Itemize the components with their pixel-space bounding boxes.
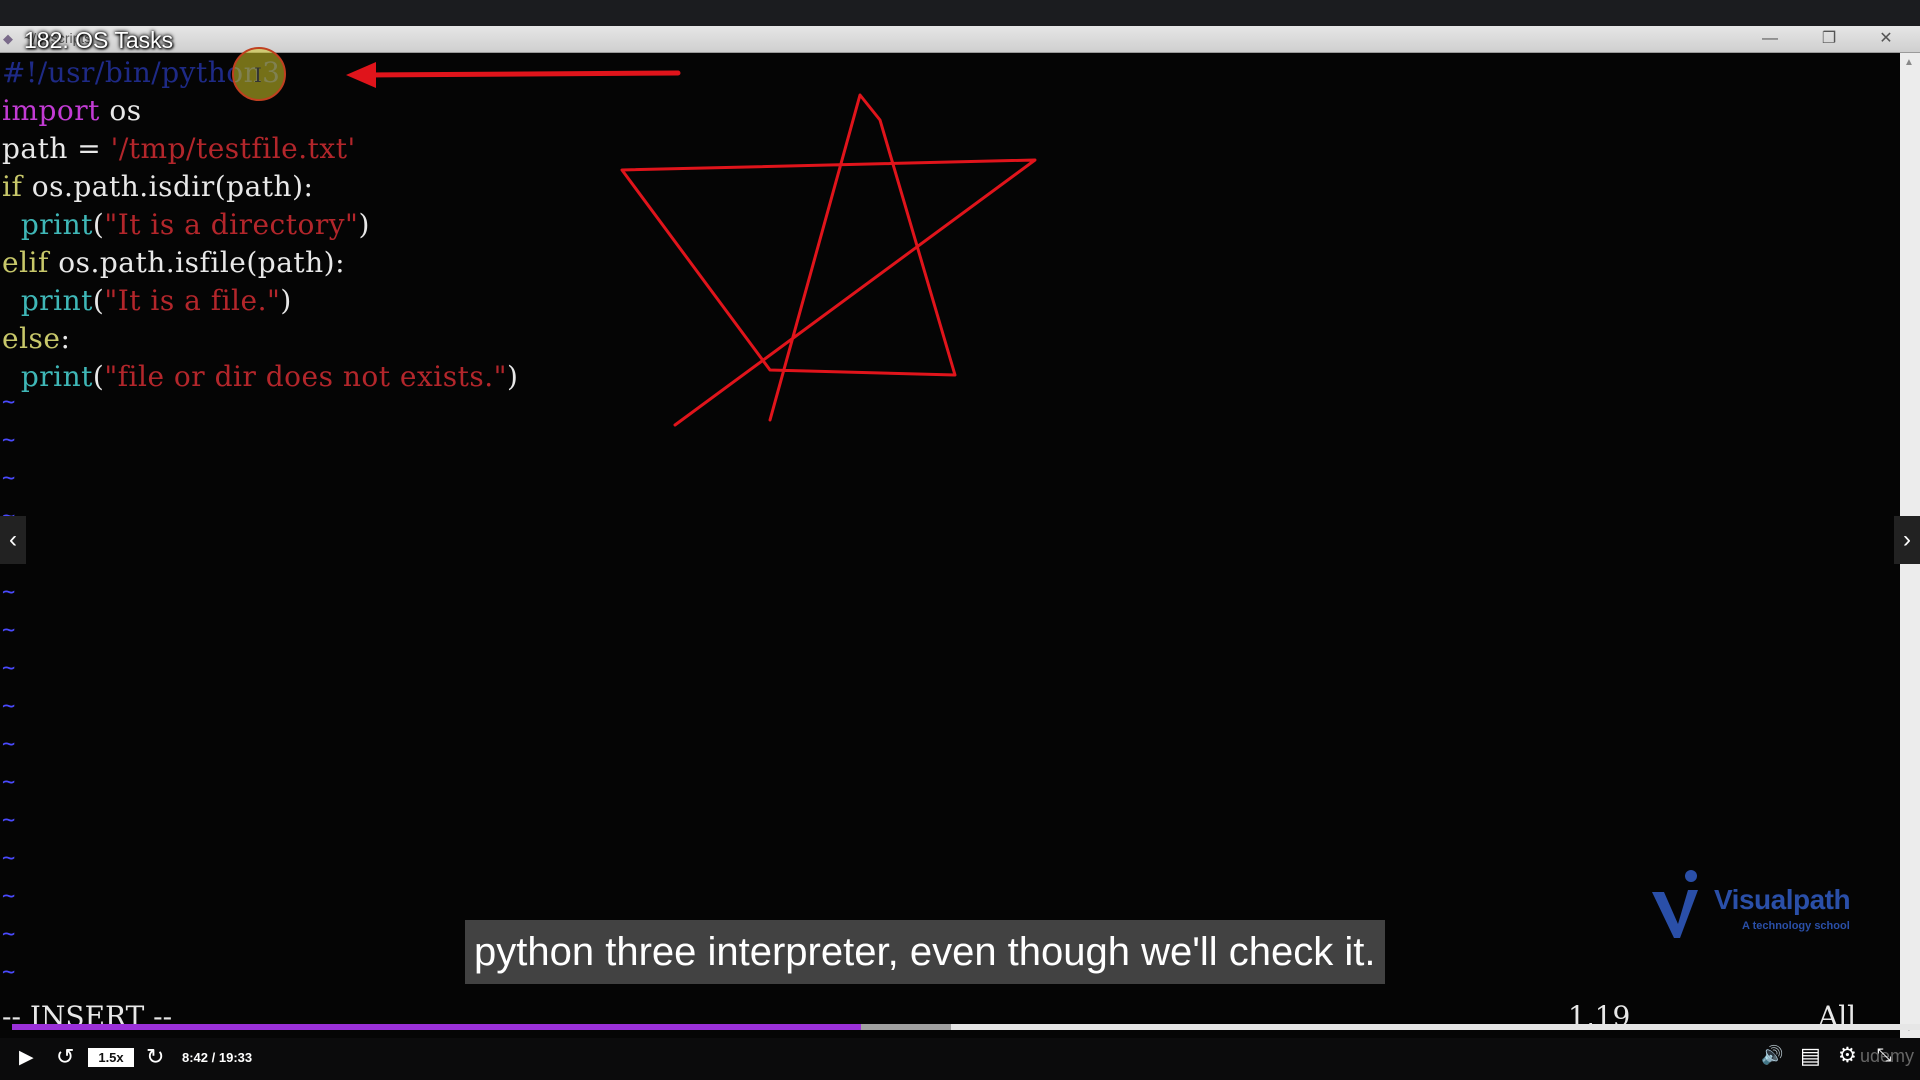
- annotation-arrow-shaft: [367, 70, 681, 78]
- logo-name: Visualpath: [1714, 884, 1851, 915]
- next-lecture-button[interactable]: ›: [1894, 516, 1920, 564]
- volume-icon[interactable]: 🔊: [1761, 1045, 1783, 1066]
- annotation-arrow-head: [346, 62, 376, 88]
- settings-icon[interactable]: ⚙: [1838, 1043, 1857, 1068]
- progress-played: [12, 1024, 862, 1030]
- playback-speed-button[interactable]: 1.5x: [88, 1048, 134, 1067]
- playback-time: 8:42 / 19:33: [182, 1050, 253, 1065]
- logo-v-icon: [1652, 870, 1698, 938]
- text-cursor-icon: I: [254, 63, 262, 87]
- annotation-star: [620, 93, 1037, 427]
- subtitle-caption: python three interpreter, even though we…: [465, 920, 1385, 984]
- captions-icon[interactable]: ▤: [1800, 1043, 1821, 1069]
- rewind-icon[interactable]: ↺: [56, 1044, 74, 1070]
- annotation-layer: I: [232, 47, 1037, 427]
- forward-icon[interactable]: ↻: [146, 1044, 164, 1070]
- play-icon[interactable]: ▶: [19, 1046, 34, 1069]
- logo-tagline: A technology school: [1742, 920, 1850, 932]
- previous-lecture-button[interactable]: ‹: [0, 516, 26, 564]
- fullscreen-icon[interactable]: ⤡: [1877, 1045, 1891, 1066]
- visualpath-logo: Visualpath A technology school: [1650, 868, 1851, 948]
